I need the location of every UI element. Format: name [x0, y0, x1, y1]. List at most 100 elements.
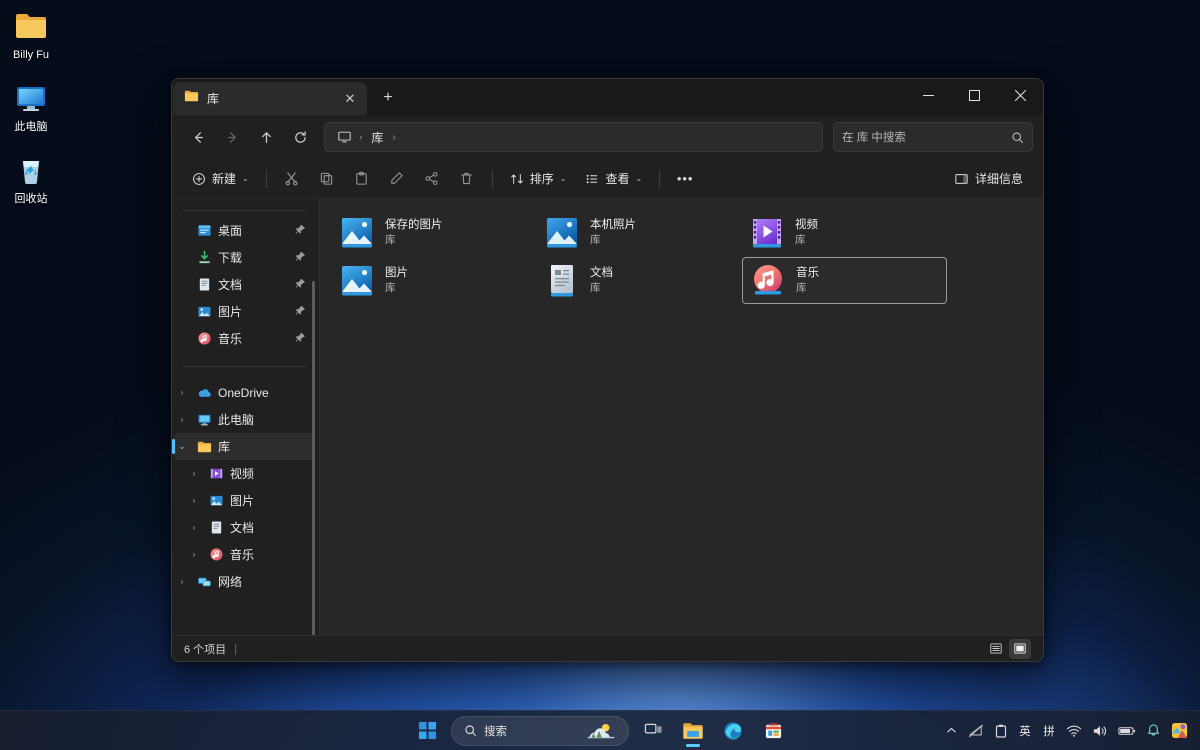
trash-icon[interactable]: [451, 164, 483, 194]
cut-icon[interactable]: [276, 164, 308, 194]
search-box[interactable]: 在 库 中搜索: [833, 122, 1033, 152]
sidebar-item-onedrive[interactable]: › OneDrive: [174, 379, 315, 406]
address-bar[interactable]: › 库 ›: [324, 122, 823, 152]
sidebar-item-label: 网络: [218, 573, 307, 590]
list-view-icon[interactable]: [985, 639, 1007, 659]
sidebar-item-music-lib[interactable]: › 音乐: [174, 541, 315, 568]
search-icon[interactable]: [1011, 131, 1024, 144]
desktop-icon-label: Billy Fu: [0, 49, 62, 62]
taskbar-search-box[interactable]: 搜索: [451, 716, 629, 746]
refresh-icon[interactable]: [284, 121, 316, 153]
sidebar-item-videos[interactable]: › 视频: [174, 460, 315, 487]
chevron-right-icon[interactable]: ›: [174, 415, 190, 424]
sidebar-item-this-pc[interactable]: › 此电脑: [174, 406, 315, 433]
desktop-icon-recycle-bin[interactable]: 回收站: [0, 150, 62, 206]
pin-icon[interactable]: [293, 251, 307, 265]
clipboard-icon[interactable]: [990, 717, 1012, 745]
minimize-button[interactable]: [905, 79, 951, 111]
file-list-view[interactable]: 保存的图片 库 本机照片: [320, 199, 1043, 635]
chevron-down-icon[interactable]: ⌄: [174, 441, 190, 452]
item-type: 库: [385, 233, 443, 247]
sidebar-item-label: 图片: [230, 492, 307, 509]
pin-icon[interactable]: [293, 332, 307, 346]
task-view-icon[interactable]: [635, 714, 671, 748]
list-item[interactable]: 保存的图片 库: [332, 209, 537, 256]
item-type: 库: [385, 281, 408, 295]
item-name: 文档: [590, 266, 613, 281]
rename-icon[interactable]: [381, 164, 413, 194]
search-input[interactable]: 在 库 中搜索: [842, 129, 1005, 145]
taskbar-search-input[interactable]: 搜索: [484, 723, 507, 739]
battery-icon[interactable]: [1114, 717, 1140, 745]
app-tray-icon[interactable]: [1167, 717, 1192, 745]
ime-pinyin-indicator[interactable]: 拼: [1038, 717, 1060, 745]
sidebar-item-desktop[interactable]: 桌面: [174, 217, 315, 244]
pictures-icon: [196, 304, 212, 320]
desktop-icon-this-pc[interactable]: 此电脑: [0, 78, 62, 134]
volume-icon[interactable]: [1088, 717, 1112, 745]
sidebar-item-documents-lib[interactable]: › 文档: [174, 514, 315, 541]
this-pc-icon[interactable]: [333, 130, 356, 144]
sidebar-item-music[interactable]: 音乐: [174, 325, 315, 352]
more-options-button[interactable]: •••: [669, 164, 701, 194]
details-pane-button[interactable]: 详细信息: [946, 164, 1031, 194]
no-network-icon[interactable]: [964, 717, 988, 745]
ime-language-indicator[interactable]: 英: [1014, 717, 1036, 745]
weather-icon[interactable]: [578, 715, 624, 747]
new-button[interactable]: 新建 ⌄: [184, 164, 257, 194]
edge-icon[interactable]: [715, 714, 751, 748]
notifications-icon[interactable]: [1142, 717, 1165, 745]
copy-icon[interactable]: [311, 164, 343, 194]
breadcrumb-libraries[interactable]: 库: [365, 127, 389, 148]
breadcrumb-separator-end[interactable]: ›: [391, 132, 396, 143]
sidebar-item-downloads[interactable]: 下载: [174, 244, 315, 271]
desktop-icon-billy-fu[interactable]: Billy Fu: [0, 6, 62, 62]
chevron-right-icon[interactable]: ›: [174, 388, 190, 397]
sidebar-item-pictures-lib[interactable]: › 图片: [174, 487, 315, 514]
tab-close-button[interactable]: ✕: [339, 88, 361, 110]
up-arrow-icon[interactable]: [250, 121, 282, 153]
sidebar-scrollbar[interactable]: [312, 281, 315, 635]
view-button[interactable]: 查看 ⌄: [577, 164, 650, 194]
paste-icon[interactable]: [346, 164, 378, 194]
pin-icon[interactable]: [293, 305, 307, 319]
sidebar-item-documents[interactable]: 文档: [174, 271, 315, 298]
window-titlebar[interactable]: 库 ✕ +: [172, 79, 1043, 115]
show-hidden-icons-button[interactable]: [940, 717, 962, 745]
details-pane-icon: [954, 172, 969, 186]
chevron-right-icon[interactable]: ›: [174, 577, 190, 586]
list-item[interactable]: 音乐 库: [742, 257, 947, 304]
tile-view-icon[interactable]: [1009, 639, 1031, 659]
share-icon[interactable]: [416, 164, 448, 194]
list-item[interactable]: 图片 库: [332, 257, 537, 304]
item-name: 图片: [385, 266, 408, 281]
sidebar-item-pictures[interactable]: 图片: [174, 298, 315, 325]
list-item[interactable]: 视频 库: [742, 209, 947, 256]
sidebar-item-network[interactable]: › 网络: [174, 568, 315, 595]
chevron-right-icon[interactable]: ›: [186, 496, 202, 505]
chevron-right-icon[interactable]: ›: [186, 469, 202, 478]
close-button[interactable]: [997, 79, 1043, 111]
tab-libraries[interactable]: 库 ✕: [173, 82, 367, 115]
maximize-button[interactable]: [951, 79, 997, 111]
breadcrumb-separator: ›: [358, 132, 363, 143]
windows-start-icon[interactable]: [409, 714, 445, 748]
forward-arrow-icon[interactable]: [216, 121, 248, 153]
store-icon[interactable]: [755, 714, 791, 748]
pin-icon[interactable]: [293, 224, 307, 238]
back-arrow-icon[interactable]: [182, 121, 214, 153]
sidebar-item-libraries[interactable]: ⌄ 库: [174, 433, 315, 460]
new-tab-button[interactable]: +: [373, 83, 403, 113]
list-item[interactable]: 本机照片 库: [537, 209, 742, 256]
toolbar-divider-3: [659, 170, 660, 188]
navigation-pane: 桌面 下载 文档: [172, 199, 320, 635]
chevron-right-icon[interactable]: ›: [186, 550, 202, 559]
file-explorer-icon[interactable]: [675, 714, 711, 748]
chevron-right-icon[interactable]: ›: [186, 523, 202, 532]
items-grid: 保存的图片 库 本机照片: [332, 209, 1031, 305]
sort-button[interactable]: 排序 ⌄: [502, 164, 575, 194]
wifi-icon[interactable]: [1062, 717, 1086, 745]
music-icon: [196, 331, 212, 347]
pin-icon[interactable]: [293, 278, 307, 292]
list-item[interactable]: 文档 库: [537, 257, 742, 304]
